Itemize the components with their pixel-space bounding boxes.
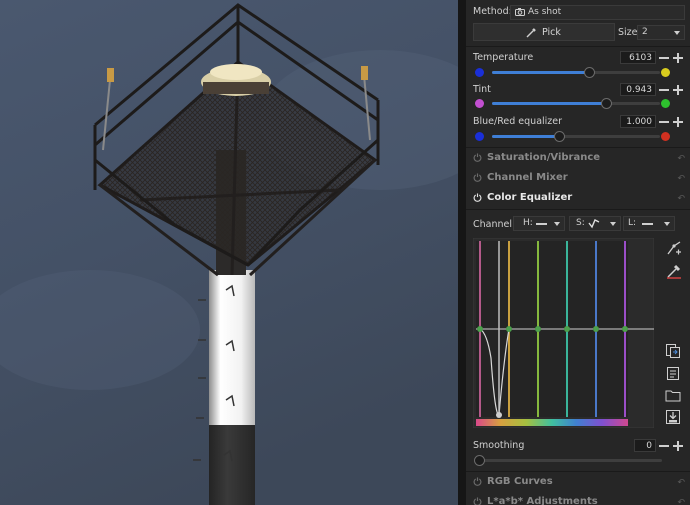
smoothing-label: Smoothing [473,440,525,451]
tool-rgb-curves[interactable]: RGB Curves ↶ [466,472,690,492]
tool-title: RGB Curves [487,476,553,487]
pick-button[interactable]: Pick [473,23,615,41]
open-folder-icon[interactable] [665,387,681,403]
temperature-value[interactable]: 6103 [620,51,656,64]
cold-color-dot [475,68,484,77]
tint-label: Tint [473,84,491,95]
chevron-down-icon [554,222,560,226]
edit-point-icon[interactable] [666,240,682,256]
minus-icon[interactable] [659,117,669,127]
plus-icon[interactable] [673,53,683,63]
power-icon[interactable] [473,477,482,486]
equalizer-value[interactable]: 1.000 [620,115,656,128]
channel-s-select[interactable]: S: [569,216,621,231]
chevron-down-icon [610,222,616,226]
power-icon[interactable] [473,193,482,202]
plus-icon[interactable] [673,441,683,451]
tint-value[interactable]: 0.943 [620,83,656,96]
plus-icon[interactable] [673,117,683,127]
plus-icon[interactable] [673,85,683,95]
equalizer-label: Blue/Red equalizer [473,116,563,127]
channel-s-label: S: [576,218,585,228]
tool-channel-mixer[interactable]: Channel Mixer ↶ [466,168,690,188]
tint-slider[interactable] [492,98,660,109]
channel-h-label: H: [523,218,533,228]
pick-label: Pick [542,27,561,38]
reset-icon[interactable]: ↶ [677,194,685,204]
save-icon[interactable] [665,409,681,425]
temperature-slider[interactable] [492,67,660,78]
flat-curve-icon [642,223,653,225]
tool-title: Color Equalizer [487,192,573,203]
minus-icon[interactable] [659,85,669,95]
size-select[interactable]: 2 [637,25,685,40]
method-label: Method: [473,6,512,17]
tool-lab-adjustments[interactable]: L*a*b* Adjustments ↶ [466,492,690,505]
tint-fill [492,102,607,105]
warm-color-dot [661,68,670,77]
size-value: 2 [642,27,648,37]
tool-panel: Method: As shot Pick Size: 2 Temperature… [466,0,690,505]
tool-saturation-vibrance[interactable]: Saturation/Vibrance ↶ [466,148,690,168]
equalizer-slider[interactable] [492,131,660,142]
temperature-knob[interactable] [583,67,595,78]
minus-icon[interactable] [659,441,669,451]
reset-icon[interactable]: ↶ [677,498,685,505]
camera-icon [515,7,525,16]
temperature-label: Temperature [473,52,534,63]
smoothing-value[interactable]: 0 [634,439,656,452]
tool-title: Saturation/Vibrance [487,152,601,163]
blue-color-dot [475,132,484,141]
power-icon[interactable] [473,153,482,162]
panel-divider[interactable] [458,0,466,505]
equalizer-fill [492,135,560,138]
paste-icon[interactable] [665,365,681,381]
hue-bar [476,419,628,426]
curve-editor[interactable] [472,237,655,429]
method-value: As shot [528,7,562,17]
eyedropper-icon[interactable] [666,263,682,279]
minus-icon[interactable] [659,53,669,63]
photo-preview [0,0,458,505]
tint-knob[interactable] [600,98,612,109]
reset-icon[interactable]: ↶ [677,174,685,184]
smoothing-slider[interactable] [473,455,662,466]
green-color-dot [661,99,670,108]
reset-icon[interactable]: ↶ [677,154,685,164]
channel-h-select[interactable]: H: [513,216,565,231]
flat-curve-icon [536,223,547,225]
custom-curve-icon [588,218,600,234]
chevron-down-icon [674,31,680,35]
magenta-color-dot [475,99,484,108]
channel-l-label: L: [628,218,637,228]
tower-photo [0,0,458,505]
tool-title: L*a*b* Adjustments [487,496,598,505]
equalizer-knob[interactable] [553,131,565,142]
divider [466,46,690,47]
red-color-dot [661,132,670,141]
channel-label: Channel: [473,219,516,230]
eyedropper-icon [526,27,537,41]
channel-l-select[interactable]: L: [623,216,675,231]
copy-icon[interactable] [665,343,681,359]
method-select[interactable]: As shot [510,5,685,20]
power-icon[interactable] [473,497,482,505]
smoothing-knob[interactable] [473,455,485,466]
chevron-down-icon [664,222,670,226]
tool-color-equalizer[interactable]: Color Equalizer ↶ [466,188,690,208]
tool-title: Channel Mixer [487,172,568,183]
temperature-fill [492,71,590,74]
divider [466,209,690,210]
power-icon[interactable] [473,173,482,182]
reset-icon[interactable]: ↶ [677,478,685,488]
